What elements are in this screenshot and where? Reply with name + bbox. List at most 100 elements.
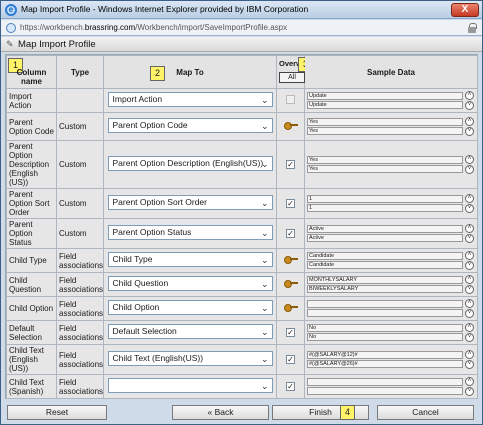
map-to-select[interactable]: ⌄ [107, 378, 273, 393]
map-to-select[interactable]: Parent Option Code ⌄ [107, 118, 273, 133]
sample-nav: ˄ ˅ [465, 223, 475, 244]
map-to-select[interactable]: Child Question ⌄ [107, 276, 273, 291]
chevron-down-icon[interactable]: ˅ [465, 285, 474, 294]
mapping-row: Parent Option Sort Order Custom Parent Opt… [6, 188, 478, 219]
panel-title: Map Import Profile [18, 39, 96, 50]
sample-nav: ˄ ˅ [465, 322, 475, 343]
chevron-down-icon[interactable]: ˅ [465, 360, 474, 369]
address-bar[interactable]: https://workbench.brassring.com/Workbenc… [1, 20, 482, 36]
sample-data-cell: #(@SALARY@12)# #(@SALARY@26)# ˄ ˅ [304, 344, 478, 375]
chevron-up-icon[interactable]: ˄ [465, 155, 474, 164]
chevron-up-icon[interactable]: ˄ [465, 194, 474, 203]
sample-lines [307, 377, 463, 396]
sample-value: MONTHLYSALARY [307, 276, 463, 284]
sample-data-cell: Active Active ˄ ˅ [304, 218, 478, 249]
chevron-down-icon: ⌄ [260, 354, 269, 364]
sample-value: No [307, 333, 463, 341]
map-to-select-value: Parent Option Sort Order [112, 197, 208, 207]
type-cell: Field associations [56, 344, 104, 375]
column-name-cell: Import Action [6, 88, 57, 113]
overwrite-checkbox[interactable]: ✓ [286, 160, 295, 169]
sample-lines: Active Active [307, 224, 463, 243]
sample-lines: MONTHLYSALARY BIWEEKLYSALARY [307, 275, 463, 294]
type-header: Type [56, 55, 104, 89]
chevron-up-icon[interactable]: ˄ [465, 224, 474, 233]
sample-data-cell: Update Update ˄ ˅ [304, 88, 478, 113]
sample-data-header: Sample Data [304, 55, 478, 89]
chevron-up-icon[interactable]: ˄ [465, 323, 474, 332]
chevron-up-icon[interactable]: ˄ [465, 377, 474, 386]
chevron-down-icon[interactable]: ˅ [465, 165, 474, 174]
overwrite-all-button[interactable]: All [279, 72, 305, 83]
sample-nav: ˄ ˅ [465, 349, 475, 370]
overwrite-checkbox[interactable]: ✓ [286, 229, 295, 238]
sample-value: Update [307, 92, 463, 100]
chevron-down-icon: ⌄ [260, 95, 269, 105]
reset-button[interactable]: Reset [7, 405, 107, 420]
chevron-down-icon[interactable]: ˅ [465, 101, 474, 110]
overwrite-checkbox[interactable]: ✓ [286, 382, 295, 391]
overwrite-checkbox[interactable]: ✓ [286, 355, 295, 364]
chevron-up-icon[interactable]: ˄ [465, 91, 474, 100]
sample-value [307, 378, 463, 386]
sample-value: 1 [307, 195, 463, 203]
key-icon [283, 304, 298, 312]
overwrite-checkbox[interactable]: ✓ [286, 328, 295, 337]
sample-lines: Yes Yes [307, 155, 463, 174]
chevron-down-icon[interactable]: ˅ [465, 234, 474, 243]
overwrite-cell: ✓ [276, 188, 305, 219]
chevron-up-icon[interactable]: ˄ [465, 251, 474, 260]
map-to-select-value: Parent Option Description (English(US)) [112, 158, 264, 168]
chevron-down-icon[interactable]: ˅ [465, 333, 474, 342]
chevron-down-icon[interactable]: ˅ [465, 127, 474, 136]
chevron-down-icon[interactable]: ˅ [465, 387, 474, 396]
sample-value: Candidate [307, 261, 463, 269]
column-name-cell: Parent Option Sort Order [6, 188, 57, 219]
sample-value: #(@SALARY@26)# [307, 360, 463, 368]
chevron-down-icon[interactable]: ˅ [465, 261, 474, 270]
back-button[interactable]: « Back [172, 405, 269, 420]
chevron-up-icon[interactable]: ˄ [465, 350, 474, 359]
sample-nav: ˄ ˅ [465, 193, 475, 214]
sample-nav: ˄ ˅ [465, 250, 475, 271]
sample-lines: 11 [307, 194, 463, 213]
mapping-row: Parent Option Description (English (US))… [6, 140, 478, 189]
chevron-down-icon[interactable]: ˅ [465, 309, 474, 318]
sample-value: Active [307, 234, 463, 242]
chevron-up-icon[interactable]: ˄ [465, 117, 474, 126]
sample-data-box: #(@SALARY@12)# #(@SALARY@26)# ˄ ˅ [307, 349, 475, 370]
map-to-select[interactable]: Child Text (English(US)) ⌄ [107, 351, 273, 366]
overwrite-checkbox[interactable]: ✓ [286, 199, 295, 208]
sample-nav: ˄ ˅ [465, 298, 475, 319]
chevron-down-icon: ⌄ [260, 255, 269, 265]
column-name-cell: Child Text (Spanish) [6, 374, 57, 399]
overwrite-header: Overwrite 3 All [276, 55, 313, 89]
close-button[interactable]: X [451, 3, 479, 17]
url-text[interactable]: https://workbench.brassring.com/Workbenc… [20, 23, 287, 32]
sample-value: BIWEEKLYSALARY [307, 285, 463, 293]
header-row: 1 Column name Type 2 Map To Overwrite 3 … [6, 55, 478, 89]
mapping-row: Child Question Field associations Child Qu… [6, 272, 478, 297]
sample-data-cell: MONTHLYSALARY BIWEEKLYSALARY ˄ ˅ [304, 272, 478, 297]
sample-data-cell: ˄ ˅ [304, 296, 478, 321]
map-to-select[interactable]: Parent Option Description (English(US)) ⌄ [107, 156, 273, 171]
sample-value: Yes [307, 118, 463, 126]
map-to-select[interactable]: Child Option ⌄ [107, 300, 273, 315]
map-to-select[interactable]: Parent Option Status ⌄ [107, 225, 273, 240]
sample-value: No [307, 324, 463, 332]
chevron-up-icon[interactable]: ˄ [465, 299, 474, 308]
map-to-cell: Child Text (English(US)) ⌄ [103, 344, 277, 375]
map-to-select[interactable]: Child Type ⌄ [107, 252, 273, 267]
chevron-down-icon[interactable]: ˅ [465, 204, 474, 213]
sample-data-box: Update Update ˄ ˅ [307, 90, 475, 111]
map-to-select[interactable]: Default Selection ⌄ [107, 324, 273, 339]
chevron-up-icon[interactable]: ˄ [465, 275, 474, 284]
map-to-select[interactable]: Parent Option Sort Order ⌄ [107, 195, 273, 210]
title-bar: e Map Import Profile - Windows Internet … [1, 1, 482, 19]
mapping-row: Default Selection Field associations Defau… [6, 320, 478, 345]
map-to-select[interactable]: Import Action ⌄ [107, 92, 273, 107]
sample-data-box: MONTHLYSALARY BIWEEKLYSALARY ˄ ˅ [307, 274, 475, 295]
column-name-cell: Child Question [6, 272, 57, 297]
cancel-button[interactable]: Cancel [377, 405, 474, 420]
map-to-header: 2 Map To [103, 55, 277, 89]
